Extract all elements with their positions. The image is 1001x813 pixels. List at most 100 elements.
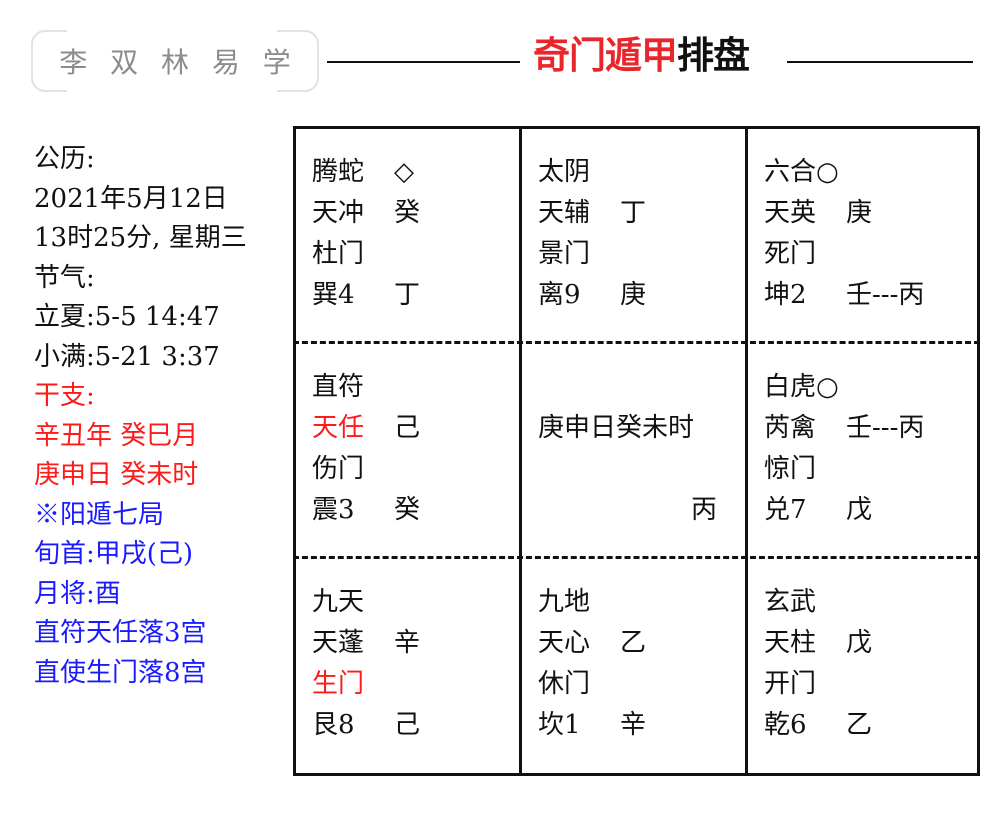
page-header: 李 双 林 易 学 奇门遁甲排盘 <box>0 0 1001 118</box>
cell-god: 玄武 <box>764 587 817 617</box>
info-line-zhishi-palace: 直使生门落8宫 <box>34 657 207 688</box>
cell-door: 休门 <box>538 669 591 699</box>
info-line-ju: ※阳遁七局 <box>34 499 165 530</box>
page-title-black: 排盘 <box>677 34 750 77</box>
palace-cell-qian-6[interactable]: 玄武 天柱戊 开门 乾6 乙 <box>748 582 961 746</box>
cell-star: 天柱 <box>764 628 817 658</box>
date-info-panel: 公历: 2021年5月12日 13时25分, 星期三 节气: 立夏:5-5 14… <box>34 140 284 693</box>
palace-cell-dui-7[interactable]: 白虎○ 芮禽 壬---丙 惊门 兑7 戊 <box>748 367 961 531</box>
cell-star-stem: 壬---丙 <box>846 413 925 443</box>
cell-star-row: 天心乙 <box>538 623 735 664</box>
cell-god-row <box>538 367 735 408</box>
cell-palace: 震3 <box>312 495 355 525</box>
cell-star: 天蓬 <box>312 628 365 658</box>
cell-door: 伤门 <box>312 454 365 484</box>
page-title: 奇门遁甲排盘 <box>533 34 750 77</box>
cell-star-stem: 庚 <box>846 198 873 228</box>
cell-door-row: 生门 <box>312 664 509 705</box>
cell-star-row: 天英庚 <box>764 193 961 234</box>
cell-palace: 坤2 <box>764 280 807 310</box>
cell-star: 芮禽 <box>764 413 817 443</box>
info-line-solarterm-lixia: 立夏:5-5 14:47 <box>34 302 220 332</box>
info-line-ganzhi-label: 干支: <box>34 381 95 411</box>
cell-palace-row: 离9 庚 <box>538 275 735 316</box>
cell-palace: 艮8 <box>312 710 355 740</box>
cell-star-row: 天辅丁 <box>538 193 735 234</box>
cell-door: 杜门 <box>312 239 365 269</box>
header-rule-right <box>787 61 973 63</box>
cell-palace: 乾6 <box>764 710 807 740</box>
cell-star: 天任 <box>312 413 365 443</box>
cell-earth-stem: 壬---丙 <box>846 280 925 310</box>
palace-cell-zhen-3[interactable]: 直符 天任己 伤门 震3 癸 <box>296 367 509 531</box>
cell-god-row: 腾蛇 ◇ <box>312 152 509 193</box>
cell-god: 六合○ <box>764 157 839 187</box>
brand-logo: 李 双 林 易 学 <box>31 29 319 93</box>
cell-god-row: 玄武 <box>764 582 961 623</box>
info-line-yuejiang: 月将:酉 <box>34 578 121 609</box>
info-line-gregorian-label: 公历: <box>34 144 95 174</box>
cell-door: 景门 <box>538 239 591 269</box>
page-title-red: 奇门遁甲 <box>533 34 678 77</box>
cell-earth-stem: 庚 <box>620 280 647 310</box>
cell-door: 生门 <box>312 669 365 699</box>
cell-star-row: 天柱戊 <box>764 623 961 664</box>
cell-star-row: 芮禽 壬---丙 <box>764 408 961 449</box>
grid-border-bottom <box>293 773 980 776</box>
cell-god-row: 白虎○ <box>764 367 961 408</box>
cell-door: 开门 <box>764 669 817 699</box>
cell-palace-row: 丙 <box>538 490 735 531</box>
grid-border-right <box>977 126 980 776</box>
cell-door-row <box>538 449 735 490</box>
cell-star: 天辅 <box>538 198 591 228</box>
info-line-zhifu-palace: 直符天任落3宫 <box>34 618 207 648</box>
header-rule-left <box>327 61 520 63</box>
cell-palace: 坎1 <box>538 710 581 740</box>
grid-divider-row2 <box>293 556 980 559</box>
info-line-xunshou: 旬首:甲戌(己) <box>34 539 194 569</box>
cell-star-stem: 乙 <box>620 628 647 658</box>
cell-palace-row: 震3 癸 <box>312 490 509 531</box>
cell-god-row: 九地 <box>538 582 735 623</box>
cell-door-row: 惊门 <box>764 449 961 490</box>
info-line-gregorian-date: 2021年5月12日 <box>34 183 228 214</box>
cell-earth-stem: 丙 <box>690 495 717 525</box>
palace-cell-center[interactable]: 庚申日癸未时 丙 <box>522 367 735 531</box>
cell-palace: 巽4 <box>312 280 355 310</box>
qimen-grid: 腾蛇 ◇ 天冲癸 杜门 巽4 丁 太阴 天辅丁 景门 离9 庚 六合○ 天英庚 <box>293 126 980 776</box>
cell-palace-row: 坎1 辛 <box>538 705 735 746</box>
cell-god: 直符 <box>312 372 365 402</box>
palace-cell-kan-1[interactable]: 九地 天心乙 休门 坎1 辛 <box>522 582 735 746</box>
cell-door-row: 休门 <box>538 664 735 705</box>
info-line-solarterm-label: 节气: <box>34 262 95 293</box>
cell-star: 天心 <box>538 628 591 658</box>
palace-cell-gen-8[interactable]: 九天 天蓬辛 生门 艮8 己 <box>296 582 509 746</box>
cell-palace: 离9 <box>538 280 581 310</box>
grid-border-top <box>293 126 980 129</box>
cell-door: 死门 <box>764 239 817 269</box>
cell-star-row: 天任己 <box>312 408 509 449</box>
cell-god-mark: ◇ <box>394 157 414 187</box>
cell-god: 太阴 <box>538 157 591 187</box>
cell-earth-stem: 丁 <box>394 280 421 310</box>
cell-door-row: 伤门 <box>312 449 509 490</box>
cell-door-row: 开门 <box>764 664 961 705</box>
info-line-ganzhi-day-hour: 庚申日 癸未时 <box>34 460 199 490</box>
cell-palace-row: 艮8 己 <box>312 705 509 746</box>
cell-god: 九地 <box>538 587 591 617</box>
palace-cell-xun-4[interactable]: 腾蛇 ◇ 天冲癸 杜门 巽4 丁 <box>296 152 509 316</box>
cell-star-row: 天冲癸 <box>312 193 509 234</box>
palace-cell-kun-2[interactable]: 六合○ 天英庚 死门 坤2 壬---丙 <box>748 152 961 316</box>
cell-star-stem: 癸 <box>394 198 421 228</box>
cell-door-row: 杜门 <box>312 234 509 275</box>
cell-god-row: 直符 <box>312 367 509 408</box>
cell-god: 腾蛇 <box>312 157 365 187</box>
palace-cell-li-9[interactable]: 太阴 天辅丁 景门 离9 庚 <box>522 152 735 316</box>
cell-star-row: 天蓬辛 <box>312 623 509 664</box>
cell-star: 天英 <box>764 198 817 228</box>
cell-center-ganzhi: 庚申日癸未时 <box>538 413 695 443</box>
cell-door-row: 死门 <box>764 234 961 275</box>
cell-star-stem: 己 <box>394 413 421 443</box>
cell-door-row: 景门 <box>538 234 735 275</box>
cell-palace-row: 巽4 丁 <box>312 275 509 316</box>
